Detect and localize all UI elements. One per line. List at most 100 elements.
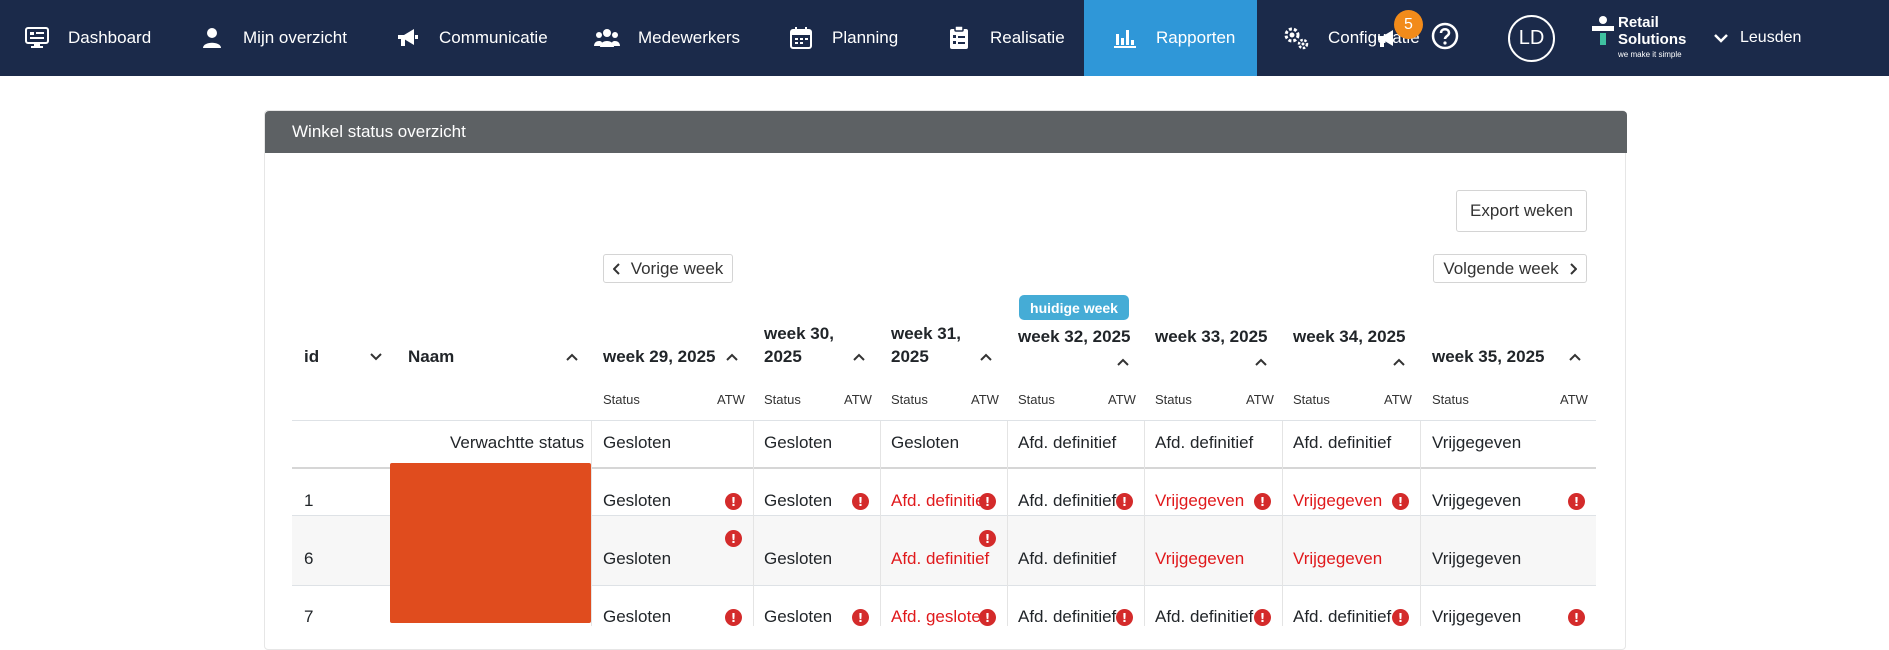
help-icon[interactable] — [1430, 21, 1460, 51]
week-column-header[interactable]: week 33, 2025 — [1155, 325, 1267, 348]
week-label-line-1: week 35, 2025 — [1432, 347, 1545, 366]
current-week-badge: huidige week — [1019, 295, 1129, 320]
chevron-down-icon[interactable] — [370, 353, 382, 361]
week-label-line-1: week 32, 2025 — [1018, 327, 1131, 346]
chevron-up-icon[interactable] — [1569, 353, 1581, 361]
error-icon[interactable]: ! — [1116, 609, 1133, 626]
nav-item-configuratie[interactable]: Configuratie — [1284, 0, 1420, 76]
status-cell[interactable]: Gesloten — [764, 607, 832, 627]
table-divider — [292, 420, 1596, 421]
chevron-down-icon — [1714, 34, 1728, 43]
chevron-up-icon[interactable] — [853, 353, 865, 361]
status-cell[interactable]: Afd. gesloten — [891, 607, 990, 627]
status-cell[interactable]: Vrijgegeven — [1432, 491, 1521, 511]
expected-status-cell: Afd. definitief — [1018, 433, 1117, 452]
status-cell[interactable]: Vrijgegeven — [1293, 491, 1382, 511]
notification-badge[interactable]: 5 — [1394, 10, 1423, 39]
next-week-label: Volgende week — [1443, 258, 1559, 278]
nav-label: Dashboard — [68, 28, 152, 47]
user-avatar[interactable]: LD — [1508, 15, 1555, 62]
week-column-header[interactable]: week 35, 2025 — [1432, 345, 1544, 368]
error-icon[interactable]: ! — [1568, 609, 1585, 626]
calendar-icon — [788, 25, 814, 51]
week-label-line-1: week 31, — [891, 324, 961, 343]
status-cell[interactable]: Vrijgegeven — [1155, 549, 1244, 569]
status-cell[interactable]: Gesloten — [603, 607, 671, 627]
nav-item-rapporten[interactable]: Rapporten — [1084, 0, 1257, 76]
card-title: Winkel status overzicht — [265, 111, 1627, 153]
status-cell[interactable]: Afd. definitief — [1018, 549, 1116, 569]
nav-item-dashboard[interactable]: Dashboard — [24, 0, 151, 76]
status-subheader: Status — [1018, 392, 1055, 407]
nav-item-realisatie[interactable]: Realisatie — [946, 0, 1065, 76]
next-week-button[interactable]: Volgende week — [1433, 254, 1587, 283]
nav-label: Realisatie — [990, 28, 1065, 47]
error-icon[interactable]: ! — [852, 493, 869, 510]
nav-item-communicatie[interactable]: Communicatie — [395, 0, 548, 76]
error-icon[interactable]: ! — [1392, 493, 1409, 510]
week-label-line-1: week 33, 2025 — [1155, 327, 1268, 346]
status-cell[interactable]: Vrijgegeven — [1432, 607, 1521, 627]
chevron-up-icon[interactable] — [980, 353, 992, 361]
chevron-up-icon[interactable] — [1393, 358, 1405, 366]
chevron-up-icon[interactable] — [1255, 358, 1267, 366]
nav-item-planning[interactable]: Planning — [788, 0, 898, 76]
previous-week-button[interactable]: Vorige week — [603, 254, 733, 283]
column-header-naam[interactable]: Naam — [408, 345, 454, 368]
status-cell[interactable]: Gesloten — [764, 491, 832, 511]
error-icon[interactable]: ! — [725, 530, 742, 547]
week-column-header[interactable]: week 32, 2025 — [1018, 325, 1130, 348]
error-icon[interactable]: ! — [1254, 609, 1271, 626]
error-icon[interactable]: ! — [1568, 493, 1585, 510]
nav-label: Rapporten — [1156, 28, 1236, 47]
status-cell[interactable]: Gesloten — [764, 549, 832, 569]
gears-icon — [1284, 25, 1310, 51]
status-cell[interactable]: Gesloten — [603, 491, 671, 511]
week-column-header[interactable]: week 30, 2025 — [764, 322, 834, 368]
chevron-up-icon[interactable] — [566, 353, 578, 361]
brand-tagline: we make it simple — [1618, 50, 1682, 59]
status-cell[interactable]: Afd. definitief — [1293, 607, 1391, 627]
expected-status-cell: Gesloten — [603, 433, 672, 452]
nav-item-medewerkers[interactable]: Medewerkers — [594, 0, 740, 76]
export-weeks-button[interactable]: Export weken — [1456, 190, 1587, 232]
week-column-header[interactable]: week 31, 2025 — [891, 322, 961, 368]
week-column-header[interactable]: week 34, 2025 — [1293, 325, 1405, 348]
expected-status-cell: Afd. definitief — [1293, 433, 1392, 452]
store-selector[interactable]: Leusden — [1714, 0, 1801, 76]
error-icon[interactable]: ! — [1116, 493, 1133, 510]
atw-subheader: ATW — [717, 392, 745, 407]
column-divider — [591, 421, 592, 626]
chevron-up-icon[interactable] — [726, 353, 738, 361]
status-cell[interactable]: Gesloten — [603, 549, 671, 569]
nav-label: Planning — [832, 28, 899, 47]
nav-item-mijn-overzicht[interactable]: Mijn overzicht — [199, 0, 347, 76]
error-icon[interactable]: ! — [979, 609, 996, 626]
brand-line-1: Retail — [1618, 14, 1659, 31]
row-id: 7 — [304, 607, 314, 626]
week-column-header[interactable]: week 29, 2025 — [603, 345, 715, 368]
error-icon[interactable]: ! — [1392, 609, 1409, 626]
announcements-icon[interactable] — [1376, 28, 1398, 50]
status-subheader: Status — [1155, 392, 1192, 407]
status-cell[interactable]: Afd. definitief — [1018, 607, 1116, 627]
status-cell[interactable]: Afd. definitief — [891, 491, 989, 511]
status-cell[interactable]: Vrijgegeven — [1293, 549, 1382, 569]
status-cell[interactable]: Afd. definitief — [891, 549, 989, 569]
error-icon[interactable]: ! — [1254, 493, 1271, 510]
atw-subheader: ATW — [971, 392, 999, 407]
error-icon[interactable]: ! — [852, 609, 869, 626]
status-cell[interactable]: Vrijgegeven — [1155, 491, 1244, 511]
brand-name: Retail Solutions — [1618, 14, 1686, 48]
expected-status-cell: Vrijgegeven — [1432, 433, 1522, 452]
column-header-id[interactable]: id — [304, 345, 319, 368]
error-icon[interactable]: ! — [979, 493, 996, 510]
error-icon[interactable]: ! — [725, 493, 742, 510]
status-cell[interactable]: Afd. definitief — [1155, 607, 1253, 627]
error-icon[interactable]: ! — [979, 530, 996, 547]
chevron-up-icon[interactable] — [1117, 358, 1129, 366]
status-cell[interactable]: Vrijgegeven — [1432, 549, 1521, 569]
error-icon[interactable]: ! — [725, 609, 742, 626]
status-cell[interactable]: Afd. definitief — [1018, 491, 1116, 511]
chevron-left-icon — [612, 262, 620, 275]
